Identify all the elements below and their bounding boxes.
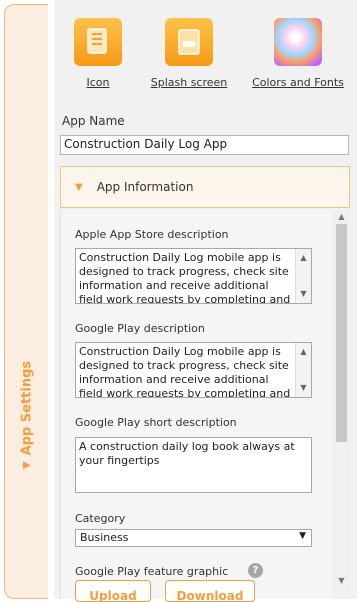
- dropdown-arrow-icon: ▼: [299, 531, 306, 541]
- scrollbar-thumb[interactable]: [336, 224, 347, 442]
- app-information-panel: Apple App Store description Construction…: [60, 210, 351, 602]
- scroll-down-icon[interactable]: ▼: [296, 287, 311, 301]
- app-name-input[interactable]: Construction Daily Log App: [60, 135, 349, 155]
- apple-description-field[interactable]: Construction Daily Log mobile app is des…: [75, 248, 312, 304]
- caret-down-icon: ▼: [75, 181, 83, 193]
- app-icon-icon[interactable]: [74, 18, 122, 66]
- apple-description-scrollbar[interactable]: ▲ ▼: [295, 249, 311, 303]
- asset-icons-row: Icon Splash screen Colors and Fonts: [54, 18, 357, 98]
- icon-asset[interactable]: Icon: [70, 18, 126, 89]
- color-palette-icon[interactable]: [274, 18, 322, 66]
- tab-arrow-icon: ▼: [21, 461, 32, 470]
- apple-description-label: Apple App Store description: [75, 228, 229, 241]
- google-description-label: Google Play description: [75, 322, 205, 335]
- app-information-header[interactable]: ▼ App Information: [60, 166, 350, 208]
- scroll-down-icon[interactable]: ▼: [296, 381, 311, 395]
- icon-label[interactable]: Icon: [70, 76, 126, 89]
- app-settings-tab-label: App Settings: [19, 360, 34, 456]
- apple-description-text: Construction Daily Log mobile app is des…: [79, 251, 291, 304]
- app-information-title: App Information: [96, 180, 194, 194]
- app-settings-tab-label-wrap: ▼ App Settings: [19, 361, 34, 469]
- panel-scrollbar[interactable]: ▲ ▼: [333, 210, 350, 599]
- scroll-up-icon[interactable]: ▲: [333, 212, 350, 221]
- scroll-up-icon[interactable]: ▲: [296, 345, 311, 359]
- google-description-scrollbar[interactable]: ▲ ▼: [295, 343, 311, 397]
- scroll-down-icon[interactable]: ▼: [333, 576, 350, 585]
- splash-screen-icon[interactable]: [165, 18, 213, 66]
- app-settings-tab[interactable]: ▼ App Settings: [4, 4, 48, 599]
- help-icon[interactable]: ?: [248, 563, 263, 578]
- category-select[interactable]: Business ▼: [75, 529, 312, 547]
- colors-fonts-asset[interactable]: Colors and Fonts: [248, 18, 348, 89]
- settings-panel: Icon Splash screen Colors and Fonts App …: [54, 0, 357, 602]
- google-short-description-field[interactable]: A construction daily log book always at …: [75, 437, 312, 493]
- google-description-field[interactable]: Construction Daily Log mobile app is des…: [75, 342, 312, 398]
- scroll-up-icon[interactable]: ▲: [296, 251, 311, 265]
- google-description-text: Construction Daily Log mobile app is des…: [79, 345, 291, 398]
- feature-graphic-label: Google Play feature graphic: [75, 565, 229, 578]
- category-label: Category: [75, 512, 126, 525]
- colors-fonts-label[interactable]: Colors and Fonts: [248, 76, 348, 89]
- splash-screen-asset[interactable]: Splash screen: [146, 18, 232, 89]
- category-value: Business: [80, 531, 129, 544]
- google-short-description-text: A construction daily log book always at …: [79, 440, 295, 467]
- splash-screen-label[interactable]: Splash screen: [146, 76, 232, 89]
- google-short-description-label: Google Play short description: [75, 416, 237, 429]
- app-name-label: App Name: [62, 114, 125, 128]
